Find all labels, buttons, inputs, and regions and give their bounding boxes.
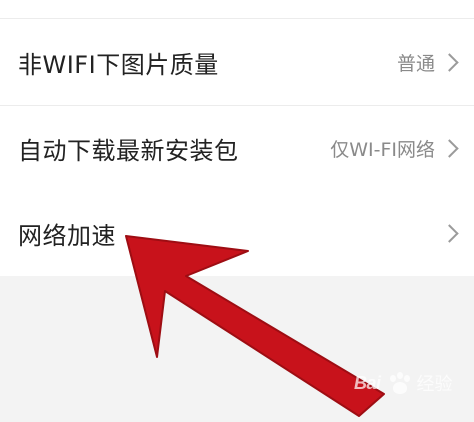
settings-item-label: 自动下载最新安装包: [18, 137, 239, 165]
settings-item-value: 普通: [396, 53, 435, 75]
chevron-right-icon: [440, 223, 459, 243]
settings-list: 非WIFI下图片质量 普通 自动下载最新安装包 仅WI-FI网络 网络加速: [0, 0, 474, 276]
settings-item-label: 非WIFI下图片质量: [18, 51, 219, 79]
chevron-right-icon: [440, 139, 459, 158]
settings-item-value: 仅WI-FI网络: [330, 139, 435, 161]
settings-item-right: [435, 223, 460, 243]
chevron-right-icon: [440, 53, 459, 72]
watermark-brand: Bai: [354, 372, 381, 393]
watermark: Bai 经验: [354, 362, 466, 404]
top-divider: [0, 18, 474, 19]
settings-item-label: 网络加速: [18, 221, 116, 250]
settings-screen: 非WIFI下图片质量 普通 自动下载最新安装包 仅WI-FI网络 网络加速 Ba…: [0, 0, 474, 422]
settings-item-network-acceleration[interactable]: 网络加速: [0, 190, 474, 276]
settings-item-right: 普通: [397, 49, 460, 76]
paw-icon: [387, 371, 411, 395]
watermark-suffix: 经验: [416, 374, 453, 394]
settings-item-right: 仅WI-FI网络: [330, 135, 460, 162]
settings-item-non-wifi-image-quality[interactable]: 非WIFI下图片质量 普通: [0, 20, 474, 106]
settings-item-auto-download-package[interactable]: 自动下载最新安装包 仅WI-FI网络: [0, 106, 474, 192]
